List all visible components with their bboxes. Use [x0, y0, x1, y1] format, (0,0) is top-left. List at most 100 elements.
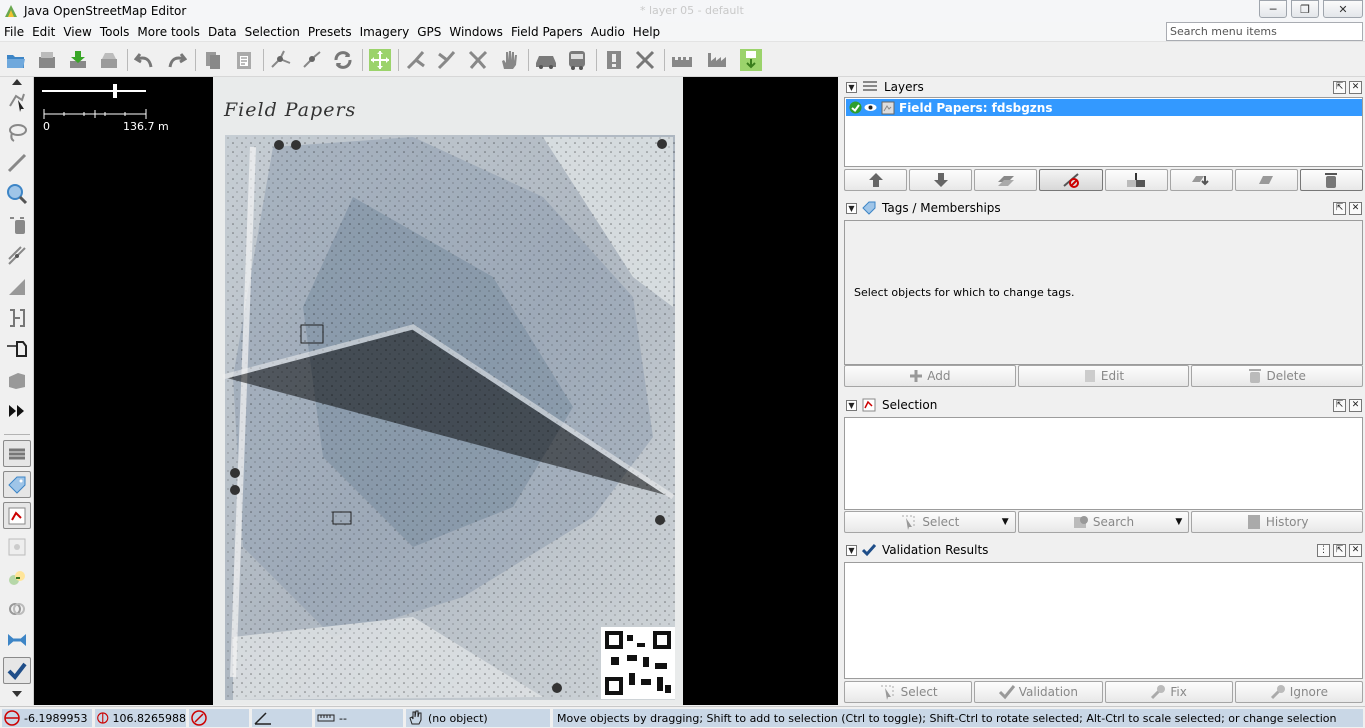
- menu-audio[interactable]: Audio: [587, 22, 629, 42]
- selection-close-button[interactable]: ✕: [1349, 399, 1362, 412]
- menu-field-papers[interactable]: Field Papers: [507, 22, 587, 42]
- validation-collapse-button[interactable]: ▼: [846, 544, 857, 556]
- select-button[interactable]: Select ▼: [844, 511, 1016, 533]
- redo-button[interactable]: [163, 47, 189, 73]
- menu-file[interactable]: File: [0, 22, 28, 42]
- move-layer-down-button[interactable]: [909, 169, 973, 191]
- add-node-button[interactable]: [3, 335, 31, 362]
- toggle-relations-button[interactable]: [3, 626, 31, 653]
- menu-selection[interactable]: Selection: [241, 22, 304, 42]
- draw-mode-button[interactable]: [3, 149, 31, 176]
- move-layer-up-button[interactable]: [844, 169, 908, 191]
- selection-detach-button[interactable]: ⇱: [1333, 399, 1346, 412]
- delete-mode-button[interactable]: [3, 211, 31, 238]
- tags-detach-button[interactable]: ⇱: [1333, 202, 1346, 215]
- validation-close-button[interactable]: ✕: [1349, 544, 1362, 557]
- copy-button[interactable]: [200, 47, 226, 73]
- improve-way-button[interactable]: [3, 304, 31, 331]
- layers-detach-button[interactable]: ⇱: [1333, 81, 1346, 94]
- combine-way-button[interactable]: [268, 47, 294, 73]
- castle-preset-button[interactable]: [669, 47, 695, 73]
- restore-button[interactable]: ❐: [1291, 0, 1319, 18]
- layer-row[interactable]: Field Papers: fdsbgzns: [846, 99, 1362, 116]
- layer-list[interactable]: Field Papers: fdsbgzns: [844, 97, 1363, 167]
- toggle-tags-button[interactable]: [3, 471, 31, 498]
- tags-collapse-button[interactable]: ▼: [846, 202, 857, 214]
- add-tag-button[interactable]: Add: [844, 365, 1016, 387]
- pan-button[interactable]: [496, 47, 522, 73]
- ignore-button[interactable]: Ignore: [1234, 681, 1363, 703]
- unglue-button[interactable]: [434, 47, 460, 73]
- history-button[interactable]: History: [1191, 511, 1364, 533]
- layer-info-button[interactable]: [1234, 169, 1298, 191]
- save-button[interactable]: [34, 47, 60, 73]
- toggle-user-list-button[interactable]: [3, 533, 31, 560]
- menu-imagery[interactable]: Imagery: [356, 22, 414, 42]
- fix-button[interactable]: Fix: [1104, 681, 1233, 703]
- merge-layer-button[interactable]: [974, 169, 1038, 191]
- toggle-layer-visibility-button[interactable]: [1039, 169, 1103, 191]
- restaurant-preset-button[interactable]: [632, 47, 658, 73]
- toggle-filter-button[interactable]: [3, 595, 31, 622]
- menu-view[interactable]: View: [59, 22, 95, 42]
- paste-button[interactable]: [231, 47, 257, 73]
- upload-button[interactable]: [96, 47, 122, 73]
- menu-presets[interactable]: Presets: [304, 22, 356, 42]
- minimize-button[interactable]: ─: [1259, 0, 1287, 18]
- toggle-conflicts-button[interactable]: [3, 564, 31, 591]
- search-button[interactable]: Search ▼: [1017, 511, 1190, 533]
- download-button[interactable]: [65, 47, 91, 73]
- menu-help[interactable]: Help: [629, 22, 664, 42]
- active-layer-check-icon[interactable]: [849, 101, 862, 114]
- join-nodes-button[interactable]: [465, 47, 491, 73]
- selection-collapse-button[interactable]: ▼: [846, 399, 857, 411]
- visibility-eye-icon[interactable]: [864, 101, 877, 114]
- selection-list[interactable]: [844, 417, 1363, 510]
- validation-detach-button[interactable]: ⇱: [1333, 544, 1346, 557]
- menu-more-tools[interactable]: More tools: [133, 22, 204, 42]
- zoom-to-selection-button[interactable]: [367, 47, 393, 73]
- close-button[interactable]: ✕: [1323, 0, 1363, 18]
- split-way-button[interactable]: [299, 47, 325, 73]
- validation-preferences-button[interactable]: ⋮: [1317, 544, 1330, 557]
- industrial-preset-button[interactable]: [705, 47, 731, 73]
- edit-tag-button[interactable]: Edit: [1017, 365, 1190, 387]
- layer-opacity-button[interactable]: [1104, 169, 1168, 191]
- layers-close-button[interactable]: ✕: [1349, 81, 1362, 94]
- scroll-down-button[interactable]: [3, 689, 31, 698]
- validation-select-button[interactable]: Select: [844, 681, 973, 703]
- select-mode-button[interactable]: [3, 87, 31, 114]
- field-papers-button[interactable]: [738, 47, 764, 73]
- delete-tag-button[interactable]: Delete: [1191, 365, 1364, 387]
- menu-windows[interactable]: Windows: [445, 22, 507, 42]
- map-view[interactable]: 0 136.7 m Field Papers: [34, 77, 838, 705]
- lasso-mode-button[interactable]: [3, 118, 31, 145]
- more-tools-button[interactable]: [3, 397, 31, 424]
- undo-button[interactable]: [132, 47, 158, 73]
- validate-button[interactable]: Validation: [974, 681, 1103, 703]
- open-button[interactable]: [3, 47, 29, 73]
- hazard-preset-button[interactable]: [601, 47, 627, 73]
- bus-preset-button[interactable]: [564, 47, 590, 73]
- tags-close-button[interactable]: ✕: [1349, 202, 1362, 215]
- validation-tree[interactable]: [844, 562, 1363, 679]
- toggle-layers-button[interactable]: [3, 440, 31, 467]
- align-circle-button[interactable]: [403, 47, 429, 73]
- parallel-mode-button[interactable]: [3, 242, 31, 269]
- menu-data[interactable]: Data: [204, 22, 241, 42]
- reverse-way-button[interactable]: [330, 47, 356, 73]
- delete-layer-button[interactable]: [1299, 169, 1363, 191]
- layers-collapse-button[interactable]: ▼: [846, 81, 857, 93]
- toggle-validation-button[interactable]: [3, 657, 31, 684]
- duplicate-layer-button[interactable]: [1169, 169, 1233, 191]
- menu-gps[interactable]: GPS: [413, 22, 445, 42]
- extrude-mode-button[interactable]: [3, 273, 31, 300]
- building-mode-button[interactable]: [3, 366, 31, 393]
- menu-edit[interactable]: Edit: [28, 22, 59, 42]
- menu-search-input[interactable]: [1166, 22, 1363, 41]
- zoom-mode-button[interactable]: [3, 180, 31, 207]
- scroll-up-button[interactable]: [3, 78, 31, 86]
- toggle-selection-button[interactable]: [3, 502, 31, 529]
- menu-tools[interactable]: Tools: [96, 22, 134, 42]
- car-preset-button[interactable]: [533, 47, 559, 73]
